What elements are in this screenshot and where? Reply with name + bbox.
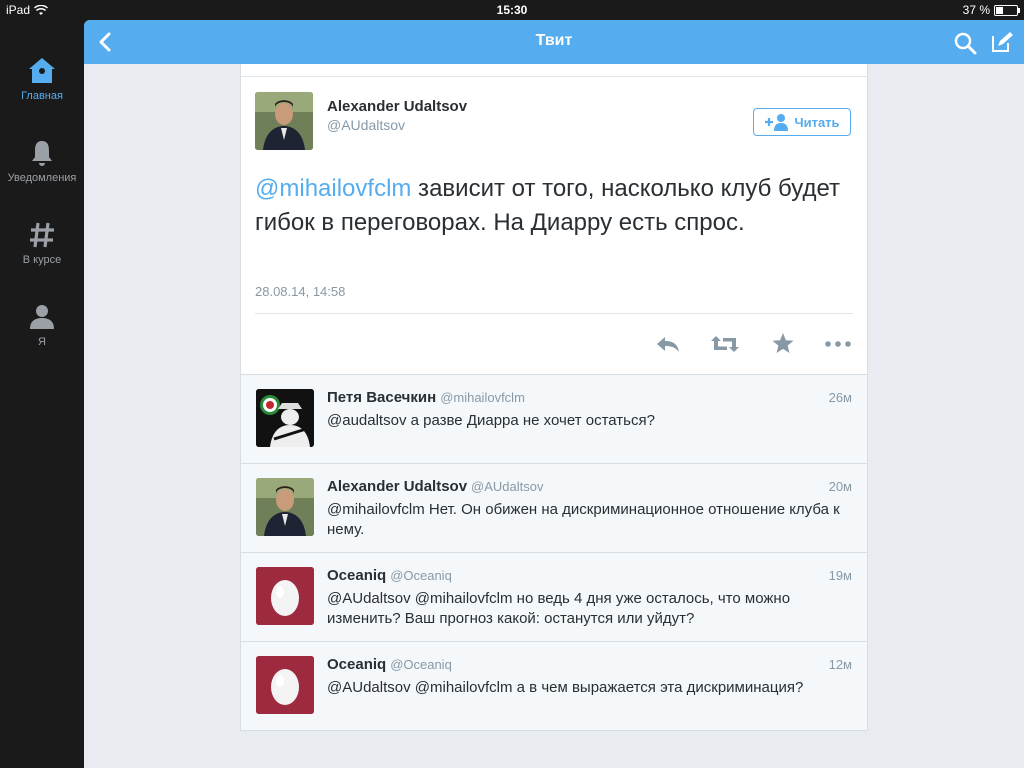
author-name[interactable]: Alexander Udaltsov bbox=[327, 98, 467, 115]
main-panel: Твит Alexander Udaltsov @AUdaltsov Читат… bbox=[84, 20, 1024, 768]
reply-time: 12м bbox=[828, 657, 852, 672]
tweet-timestamp: 28.08.14, 14:58 bbox=[255, 284, 346, 299]
clock: 15:30 bbox=[496, 3, 528, 17]
favorite-icon[interactable] bbox=[769, 330, 797, 358]
reply-author-name: Oceaniq bbox=[327, 656, 387, 673]
avatar[interactable] bbox=[256, 389, 314, 447]
reply-tweet[interactable]: Петя Васечкин @mihailovfclm 26м @audaltso… bbox=[241, 375, 867, 464]
reply-text: @audaltsov а разве Диарра не хочет остат… bbox=[327, 412, 655, 429]
compose-icon[interactable] bbox=[990, 30, 1014, 54]
follow-button[interactable]: Читать bbox=[753, 108, 851, 136]
reply-text: @AUdaltsov @mihailovfclm но ведь 4 дня у… bbox=[327, 590, 791, 627]
nav-bar: Твит bbox=[84, 20, 1024, 64]
status-right: 37 % bbox=[962, 3, 1020, 17]
author-handle[interactable]: @AUdaltsov bbox=[327, 117, 405, 133]
reply-author-name: Oceaniq bbox=[327, 567, 387, 584]
divider bbox=[255, 313, 853, 314]
reply-author-handle: @mihailovfclm bbox=[440, 390, 525, 405]
reply-text: @mihailovfclm Нет. Он обижен на дискрими… bbox=[327, 501, 840, 538]
avatar-image bbox=[256, 478, 314, 536]
avatar[interactable] bbox=[256, 656, 314, 714]
sidebar: Главная Уведомления В курсе Я bbox=[0, 20, 84, 768]
status-bar: iPad 15:30 37 % bbox=[0, 0, 1024, 20]
avatar[interactable] bbox=[256, 478, 314, 536]
sidebar-item-notifications[interactable]: Уведомления bbox=[0, 138, 84, 184]
sidebar-item-discover[interactable]: В курсе bbox=[0, 220, 84, 266]
sidebar-item-label: Главная bbox=[21, 90, 63, 102]
egg-icon bbox=[256, 656, 314, 714]
reply-time: 26м bbox=[828, 390, 852, 405]
reply-tweet[interactable]: Oceaniq @Oceaniq 19м @AUdaltsov @mihailov… bbox=[241, 553, 867, 642]
retweet-icon[interactable] bbox=[709, 330, 741, 358]
tweet-detail-card: Alexander Udaltsov @AUdaltsov Читать @mi… bbox=[240, 64, 868, 731]
sidebar-item-me[interactable]: Я bbox=[0, 302, 84, 348]
reply-tweet[interactable]: Oceaniq @Oceaniq 12м @AUdaltsov @mihailov… bbox=[241, 642, 867, 731]
tweet-actions bbox=[241, 330, 867, 362]
egg-icon bbox=[256, 567, 314, 625]
bell-icon bbox=[32, 141, 52, 166]
sidebar-item-label: В курсе bbox=[22, 254, 62, 266]
add-user-icon bbox=[765, 114, 789, 131]
follow-label: Читать bbox=[794, 114, 840, 130]
avatar[interactable] bbox=[255, 92, 313, 150]
avatar-image bbox=[256, 389, 314, 447]
tweet-text: @mihailovfclm зависит от того, насколько… bbox=[255, 172, 845, 240]
search-icon[interactable] bbox=[953, 31, 977, 55]
reply-time: 19м bbox=[828, 568, 852, 583]
battery-percent: 37 % bbox=[962, 3, 990, 17]
avatar-image bbox=[255, 92, 313, 150]
avatar[interactable] bbox=[256, 567, 314, 625]
more-icon[interactable] bbox=[824, 330, 852, 358]
reply-author-handle: @AUdaltsov bbox=[471, 479, 544, 494]
reply-author-name: Петя Васечкин bbox=[327, 389, 437, 406]
reply-author[interactable]: Oceaniq @Oceaniq bbox=[327, 567, 452, 584]
reply-author[interactable]: Петя Васечкин @mihailovfclm bbox=[327, 389, 525, 406]
reply-icon[interactable] bbox=[654, 330, 682, 358]
reply-author-name: Alexander Udaltsov bbox=[327, 478, 468, 495]
sidebar-item-label: Уведомления bbox=[7, 172, 77, 184]
page-title: Твит bbox=[535, 32, 573, 49]
reply-text: @AUdaltsov @mihailovfclm а в чем выражае… bbox=[327, 679, 804, 696]
hashtag-icon bbox=[30, 222, 54, 248]
reply-author-handle: @Oceaniq bbox=[390, 657, 452, 672]
reply-author[interactable]: Alexander Udaltsov @AUdaltsov bbox=[327, 478, 544, 495]
reply-author[interactable]: Oceaniq @Oceaniq bbox=[327, 656, 452, 673]
sidebar-item-label: Я bbox=[38, 336, 46, 348]
reply-author-handle: @Oceaniq bbox=[390, 568, 452, 583]
card-top-strip bbox=[241, 64, 867, 77]
battery-icon bbox=[994, 4, 1020, 16]
home-icon bbox=[29, 58, 55, 83]
reply-tweet[interactable]: Alexander Udaltsov @AUdaltsov 20м @mihail… bbox=[241, 464, 867, 553]
tweet-mention[interactable]: @mihailovfclm bbox=[255, 175, 411, 202]
reply-time: 20м bbox=[828, 479, 852, 494]
person-icon bbox=[30, 305, 54, 329]
sidebar-item-home[interactable]: Главная bbox=[0, 56, 84, 102]
